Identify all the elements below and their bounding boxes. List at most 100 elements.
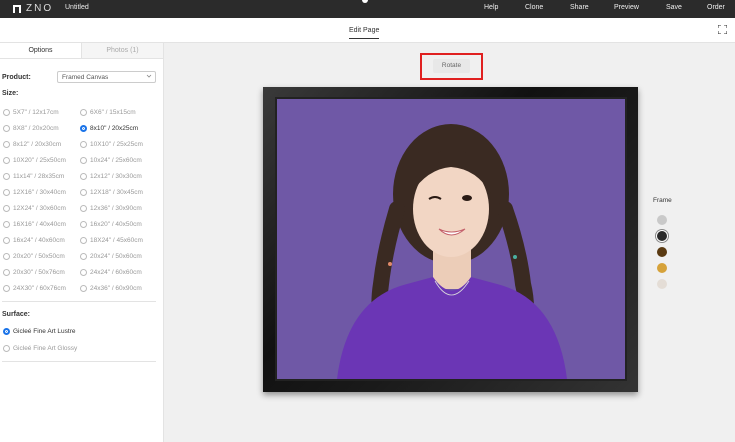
radio-icon	[3, 284, 10, 292]
chevron-down-icon	[146, 74, 152, 78]
frame-inner	[275, 97, 627, 381]
panel-tabs: Options Photos (1)	[0, 43, 163, 59]
size-option[interactable]: 6X6" / 15x15cm	[80, 107, 136, 117]
size-option[interactable]: 16x20" / 40x50cm	[80, 219, 142, 229]
options-panel: Options Photos (1) Product: Framed Canva…	[0, 43, 164, 442]
size-option-label: 12x12" / 30x30cm	[90, 172, 142, 180]
surface-option[interactable]: Gicleé Fine Art Glossy	[3, 343, 77, 353]
size-option[interactable]: 11x14" / 28x35cm	[3, 171, 64, 181]
size-option[interactable]: 12X18" / 30x45cm	[80, 187, 143, 197]
size-option[interactable]: 12X16" / 30x40cm	[3, 187, 66, 197]
size-option[interactable]: 24X30" / 60x76cm	[3, 283, 66, 293]
radio-icon	[3, 188, 10, 196]
radio-icon	[80, 204, 87, 212]
framed-canvas[interactable]	[263, 87, 638, 392]
size-option[interactable]: 16X16" / 40x40cm	[3, 219, 66, 229]
product-row: Product: Framed Canvas	[0, 71, 164, 83]
size-option[interactable]: 12x12" / 30x30cm	[80, 171, 142, 181]
radio-icon	[80, 188, 87, 196]
top-notch	[362, 0, 368, 3]
radio-icon	[3, 252, 10, 260]
size-option[interactable]: 8x12" / 20x30cm	[3, 139, 61, 149]
preview-link[interactable]: Preview	[614, 4, 639, 11]
radio-icon	[80, 284, 87, 292]
radio-selected-icon	[3, 327, 10, 335]
frame-color-swatch[interactable]	[657, 279, 667, 289]
radio-icon	[3, 124, 10, 132]
share-link[interactable]: Share	[570, 4, 589, 11]
size-option-label: 11x14" / 28x35cm	[13, 172, 65, 180]
size-label: Size:	[2, 90, 19, 97]
radio-icon	[3, 156, 10, 164]
size-option[interactable]: 10x24" / 25x60cm	[80, 155, 142, 165]
product-label: Product:	[2, 74, 31, 81]
frame-label: Frame	[653, 197, 672, 204]
radio-icon	[3, 236, 10, 244]
frame-color-swatch[interactable]	[657, 263, 667, 273]
size-option-label: 10X10" / 25x25cm	[90, 140, 143, 148]
surface-option[interactable]: Gicleé Fine Art Lustre	[3, 326, 76, 336]
size-option-label: 5X7" / 12x17cm	[13, 108, 59, 116]
size-option-label: 6X6" / 15x15cm	[90, 108, 136, 116]
logo-text: ZNO	[26, 3, 54, 14]
logo[interactable]: ZNO	[13, 3, 53, 14]
radio-icon	[3, 108, 10, 116]
frame-color-swatch[interactable]	[657, 231, 667, 241]
photo[interactable]	[277, 99, 625, 379]
size-option[interactable]: 16x24" / 40x60cm	[3, 235, 65, 245]
highlight-box	[420, 53, 483, 80]
radio-icon	[80, 220, 87, 228]
radio-icon	[80, 268, 87, 276]
radio-selected-icon	[80, 124, 87, 132]
radio-icon	[80, 140, 87, 148]
size-option[interactable]: 12X24" / 30x60cm	[3, 203, 66, 213]
document-title[interactable]: Untitled	[65, 4, 89, 11]
size-option[interactable]: 24x24" / 60x60cm	[80, 267, 142, 277]
size-option-label: 20x20" / 50x50cm	[13, 252, 65, 260]
sub-bar: Edit Page	[0, 18, 735, 43]
logo-icon	[13, 4, 21, 13]
fullscreen-icon[interactable]	[718, 25, 727, 34]
size-option-label: 8x10" / 20x25cm	[90, 124, 139, 132]
frame-color-swatch[interactable]	[657, 247, 667, 257]
size-option-label: 16x20" / 40x50cm	[90, 220, 142, 228]
size-option-label: 10x24" / 25x60cm	[90, 156, 142, 164]
size-option-label: 24x24" / 60x60cm	[90, 268, 142, 276]
surface-label: Surface:	[2, 311, 31, 318]
product-select-value: Framed Canvas	[62, 74, 109, 81]
size-option[interactable]: 10X20" / 25x50cm	[3, 155, 66, 165]
size-option[interactable]: 20x20" / 50x50cm	[3, 251, 65, 261]
radio-icon	[3, 172, 10, 180]
order-link[interactable]: Order	[707, 4, 725, 11]
divider	[2, 361, 156, 362]
size-option-label: 10X20" / 25x50cm	[13, 156, 66, 164]
size-option[interactable]: 5X7" / 12x17cm	[3, 107, 59, 117]
size-option-label: 18X24" / 45x60cm	[90, 236, 143, 244]
radio-icon	[80, 172, 87, 180]
size-option[interactable]: 24x36" / 60x90cm	[80, 283, 142, 293]
product-select[interactable]: Framed Canvas	[57, 71, 156, 83]
help-link[interactable]: Help	[484, 4, 498, 11]
clone-link[interactable]: Clone	[525, 4, 543, 11]
portrait-image	[337, 124, 567, 379]
radio-icon	[80, 108, 87, 116]
size-option[interactable]: 18X24" / 45x60cm	[80, 235, 143, 245]
size-option-label: 8x12" / 20x30cm	[13, 140, 62, 148]
save-link[interactable]: Save	[666, 4, 682, 11]
tab-photos[interactable]: Photos (1)	[82, 43, 163, 58]
tab-options[interactable]: Options	[0, 43, 82, 58]
size-option[interactable]: 8X8" / 20x20cm	[3, 123, 59, 133]
edit-page-tab[interactable]: Edit Page	[349, 27, 380, 39]
size-option-label: 24X30" / 60x76cm	[13, 284, 66, 292]
size-option[interactable]: 10X10" / 25x25cm	[80, 139, 143, 149]
surface-option-label: Gicleé Fine Art Lustre	[13, 327, 76, 335]
size-option[interactable]: 20x24" / 50x60cm	[80, 251, 142, 261]
size-option[interactable]: 8x10" / 20x25cm	[80, 123, 138, 133]
radio-icon	[3, 344, 10, 352]
size-option-label: 20x24" / 50x60cm	[90, 252, 142, 260]
size-option-label: 20x30" / 50x76cm	[13, 268, 65, 276]
size-option[interactable]: 12x36" / 30x90cm	[80, 203, 142, 213]
size-option[interactable]: 20x30" / 50x76cm	[3, 267, 65, 277]
radio-icon	[80, 252, 87, 260]
frame-color-swatch[interactable]	[657, 215, 667, 225]
